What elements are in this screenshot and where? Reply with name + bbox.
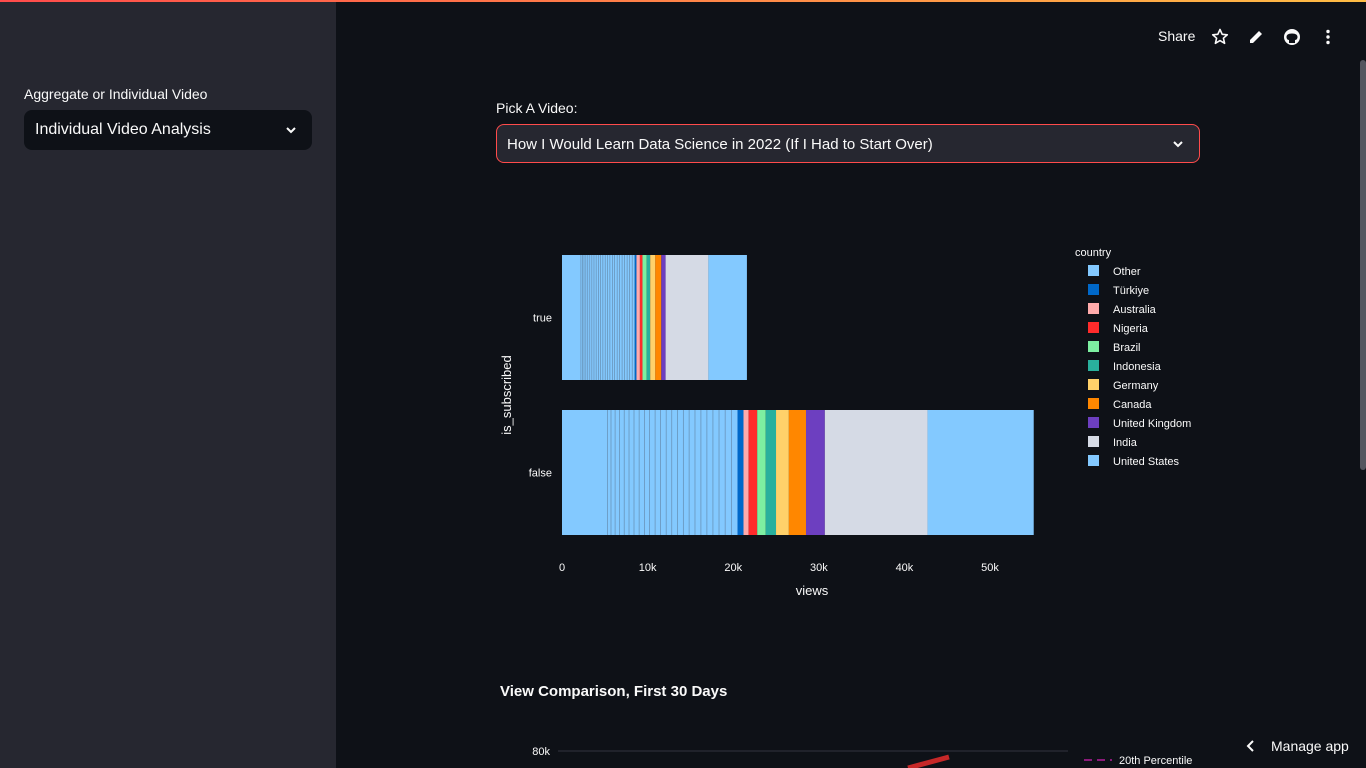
legend-label: India (1113, 437, 1138, 449)
share-button[interactable]: Share (1158, 28, 1195, 44)
chevron-down-icon (286, 127, 296, 134)
bar-segment (824, 410, 928, 535)
manage-app-label: Manage app (1271, 738, 1349, 754)
bar-segment (655, 255, 662, 380)
bar-segment (737, 410, 744, 535)
bar-segment (636, 255, 640, 380)
x-tick-label: 30k (810, 562, 828, 574)
video-select-label: Pick A Video: (496, 100, 578, 116)
legend-swatch (1088, 284, 1099, 295)
series-line (907, 754, 950, 768)
legend-label: Brazil (1113, 342, 1141, 354)
legend-label: Germany (1113, 380, 1159, 392)
app-header: Share (336, 2, 1366, 62)
chevron-left-icon (1246, 740, 1254, 752)
sidebar: Aggregate or Individual Video Individual… (0, 2, 336, 768)
legend-label: Australia (1113, 304, 1157, 316)
bar-segment (765, 410, 777, 535)
chevron-down-icon (1173, 141, 1183, 148)
legend-label: United Kingdom (1113, 418, 1191, 430)
bar-segment (665, 255, 709, 380)
legend-title: country (1075, 247, 1112, 259)
x-tick-label: 10k (639, 562, 657, 574)
legend-swatch (1088, 303, 1099, 314)
bar-segment (748, 410, 758, 535)
y-tick-label: 80k (532, 746, 550, 758)
pencil-icon[interactable] (1247, 28, 1265, 46)
manage-app-button[interactable]: Manage app (1240, 736, 1366, 758)
sidebar-select-label: Aggregate or Individual Video (24, 86, 208, 102)
legend-swatch (1088, 417, 1099, 428)
x-tick-label: 20k (724, 562, 742, 574)
y-tick-label: false (529, 468, 552, 480)
view-comparison-chart[interactable]: 80k 20th Percentile (496, 735, 1216, 768)
bar-segment (634, 255, 637, 380)
more-vertical-icon[interactable] (1319, 28, 1337, 46)
legend-swatch (1088, 322, 1099, 333)
x-tick-label: 0 (559, 562, 565, 574)
analysis-type-value: Individual Video Analysis (35, 121, 211, 138)
bar-segment (776, 410, 789, 535)
bar-segment (650, 255, 656, 380)
bar-segment (757, 410, 766, 535)
bar-segment (639, 255, 643, 380)
bar-segment (805, 410, 825, 535)
video-select-value: How I Would Learn Data Science in 2022 (… (507, 136, 933, 153)
y-tick-label: true (533, 313, 552, 325)
bar-segment (788, 410, 806, 535)
legend-label: Nigeria (1113, 323, 1149, 335)
bar-segment (642, 255, 647, 380)
x-tick-label: 40k (896, 562, 914, 574)
legend-swatch (1088, 379, 1099, 390)
x-tick-label: 50k (981, 562, 999, 574)
legend-label: Indonesia (1113, 361, 1162, 373)
legend-label: 20th Percentile (1119, 755, 1192, 767)
main-scrollbar[interactable] (1360, 60, 1366, 470)
x-axis-label: views (796, 583, 829, 598)
section-title: View Comparison, First 30 Days (500, 683, 728, 700)
legend-swatch (1088, 436, 1099, 447)
video-select[interactable]: How I Would Learn Data Science in 2022 (… (496, 124, 1200, 163)
legend-swatch (1088, 398, 1099, 409)
bar-segment (743, 410, 749, 535)
legend-swatch (1088, 455, 1099, 466)
legend-label: Türkiye (1113, 285, 1149, 297)
legend-swatch (1088, 341, 1099, 352)
bar-segment (927, 410, 1034, 535)
github-icon[interactable] (1283, 28, 1301, 46)
bar-segment (661, 255, 666, 380)
analysis-type-select[interactable]: Individual Video Analysis (24, 110, 312, 150)
views-by-country-chart[interactable]: false true 0 10k 20k 30k 40k 50k views is_subscri… (496, 230, 1216, 610)
legend-label: United States (1113, 456, 1180, 468)
legend-swatch (1088, 265, 1099, 276)
y-axis-label: is_subscribed (499, 355, 514, 435)
bar-segment (708, 255, 747, 380)
legend-label: Canada (1113, 399, 1152, 411)
legend-label: Other (1113, 266, 1141, 278)
bar-segment (646, 255, 651, 380)
star-icon[interactable] (1211, 28, 1229, 46)
legend-swatch (1088, 360, 1099, 371)
